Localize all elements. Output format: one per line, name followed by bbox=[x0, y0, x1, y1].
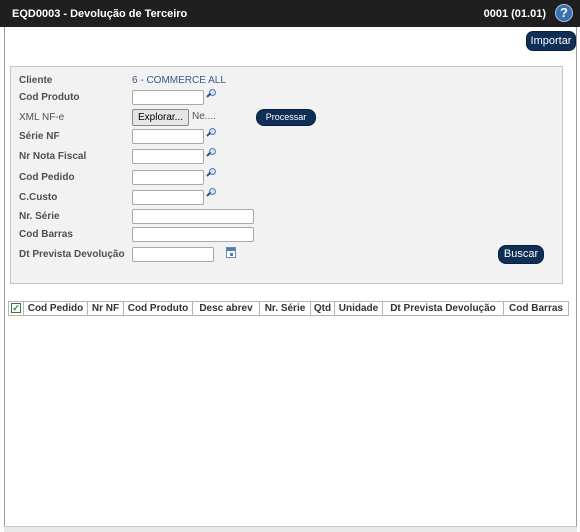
select-all-checkbox[interactable]: ✓ bbox=[9, 302, 24, 315]
search-icon[interactable] bbox=[206, 128, 216, 140]
file-name-text: Ne.... bbox=[192, 111, 216, 122]
column-header[interactable]: Cod Pedido bbox=[24, 302, 88, 315]
title-bar: EQD0003 - Devolução de Terceiro 0001 (01… bbox=[0, 0, 580, 27]
cod-produto-label: Cod Produto bbox=[19, 92, 80, 103]
cliente-label: Cliente bbox=[19, 75, 53, 86]
cod-pedido-input[interactable] bbox=[132, 170, 204, 185]
cod-barras-label: Cod Barras bbox=[19, 229, 73, 240]
column-header[interactable]: Desc abrev bbox=[193, 302, 260, 315]
column-header[interactable]: Nr. Série bbox=[260, 302, 311, 315]
xml-nfe-label: XML NF-e bbox=[19, 112, 65, 123]
search-icon[interactable] bbox=[206, 168, 216, 180]
serie-nf-label: Série NF bbox=[19, 131, 60, 142]
column-header[interactable]: Cod Barras bbox=[504, 302, 568, 315]
dt-prevista-label: Dt Prevista Devolução bbox=[19, 249, 125, 260]
column-header[interactable]: Nr NF bbox=[88, 302, 124, 315]
search-icon[interactable] bbox=[206, 89, 216, 101]
serie-nf-input[interactable] bbox=[132, 129, 204, 144]
cliente-value: 6 - COMMERCE ALL bbox=[132, 75, 226, 86]
column-header[interactable]: Qtd bbox=[311, 302, 335, 315]
nr-serie-input[interactable] bbox=[132, 209, 254, 224]
grid-body bbox=[8, 316, 569, 524]
search-icon[interactable] bbox=[206, 148, 216, 160]
ccusto-label: C.Custo bbox=[19, 192, 58, 203]
nr-nota-fiscal-input[interactable] bbox=[132, 149, 204, 164]
import-button[interactable]: Importar bbox=[526, 31, 576, 51]
buscar-button[interactable]: Buscar bbox=[498, 245, 544, 264]
column-header[interactable]: Cod Produto bbox=[124, 302, 193, 315]
calendar-icon[interactable] bbox=[226, 247, 236, 258]
nr-serie-label: Nr. Série bbox=[19, 211, 60, 222]
ccusto-input[interactable] bbox=[132, 190, 204, 205]
cod-barras-input[interactable] bbox=[132, 227, 254, 242]
bottom-scrollbar[interactable] bbox=[4, 526, 577, 532]
cod-pedido-label: Cod Pedido bbox=[19, 172, 75, 183]
processar-button[interactable]: Processar bbox=[256, 109, 316, 126]
file-browse-button[interactable]: Explorar... bbox=[132, 109, 189, 126]
window-title: EQD0003 - Devolução de Terceiro bbox=[12, 8, 188, 20]
column-header[interactable]: Dt Prevista Devolução bbox=[383, 302, 504, 315]
cod-produto-input[interactable] bbox=[132, 90, 204, 105]
checkbox-icon: ✓ bbox=[11, 303, 21, 313]
grid-header: ✓ Cod Pedido Nr NF Cod Produto Desc abre… bbox=[8, 301, 569, 316]
nr-nota-fiscal-label: Nr Nota Fiscal bbox=[19, 151, 87, 162]
search-icon[interactable] bbox=[206, 188, 216, 200]
version-label: 0001 (01.01) bbox=[483, 8, 546, 20]
help-icon[interactable]: ? bbox=[555, 4, 573, 22]
dt-prevista-input[interactable] bbox=[132, 247, 214, 262]
column-header[interactable]: Unidade bbox=[335, 302, 383, 315]
